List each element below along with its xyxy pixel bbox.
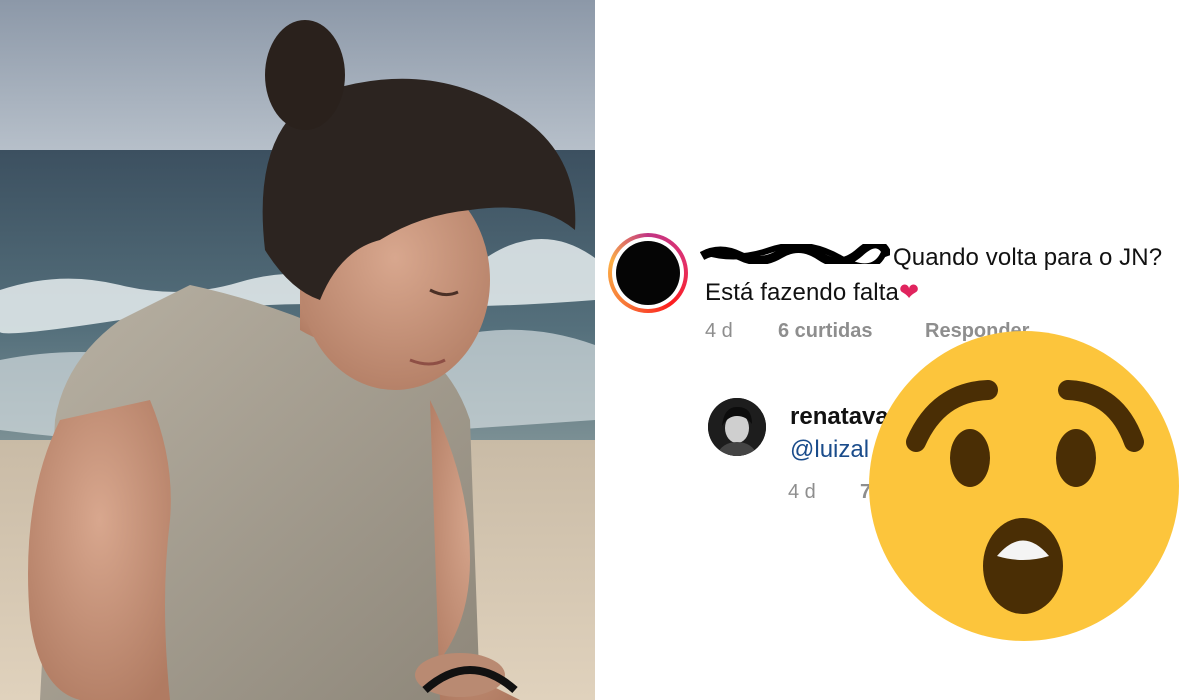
- heart-icon: ❤: [898, 279, 920, 306]
- comment-time: 4 d: [705, 320, 733, 342]
- comment-text-line1: Quando volta para o JN?: [893, 244, 1163, 271]
- woman-on-beach-photo: [0, 0, 595, 700]
- comment-likes[interactable]: 6 curtidas: [778, 320, 872, 343]
- profile-photo-icon: [708, 398, 766, 456]
- redacted-username: [700, 244, 890, 264]
- comment-text-line2: Está fazendo falta❤: [705, 278, 919, 307]
- reply-time: 4 d: [788, 481, 816, 503]
- reply-avatar[interactable]: [708, 398, 766, 456]
- reply-mention[interactable]: @luizal: [790, 436, 869, 464]
- commenter-avatar[interactable]: [608, 233, 688, 313]
- astonished-face-icon: [868, 330, 1180, 642]
- beach-photo: [0, 0, 595, 700]
- comment-text-line2-text: Está fazendo falta: [705, 279, 899, 306]
- redacted-avatar-scribble: [616, 241, 680, 305]
